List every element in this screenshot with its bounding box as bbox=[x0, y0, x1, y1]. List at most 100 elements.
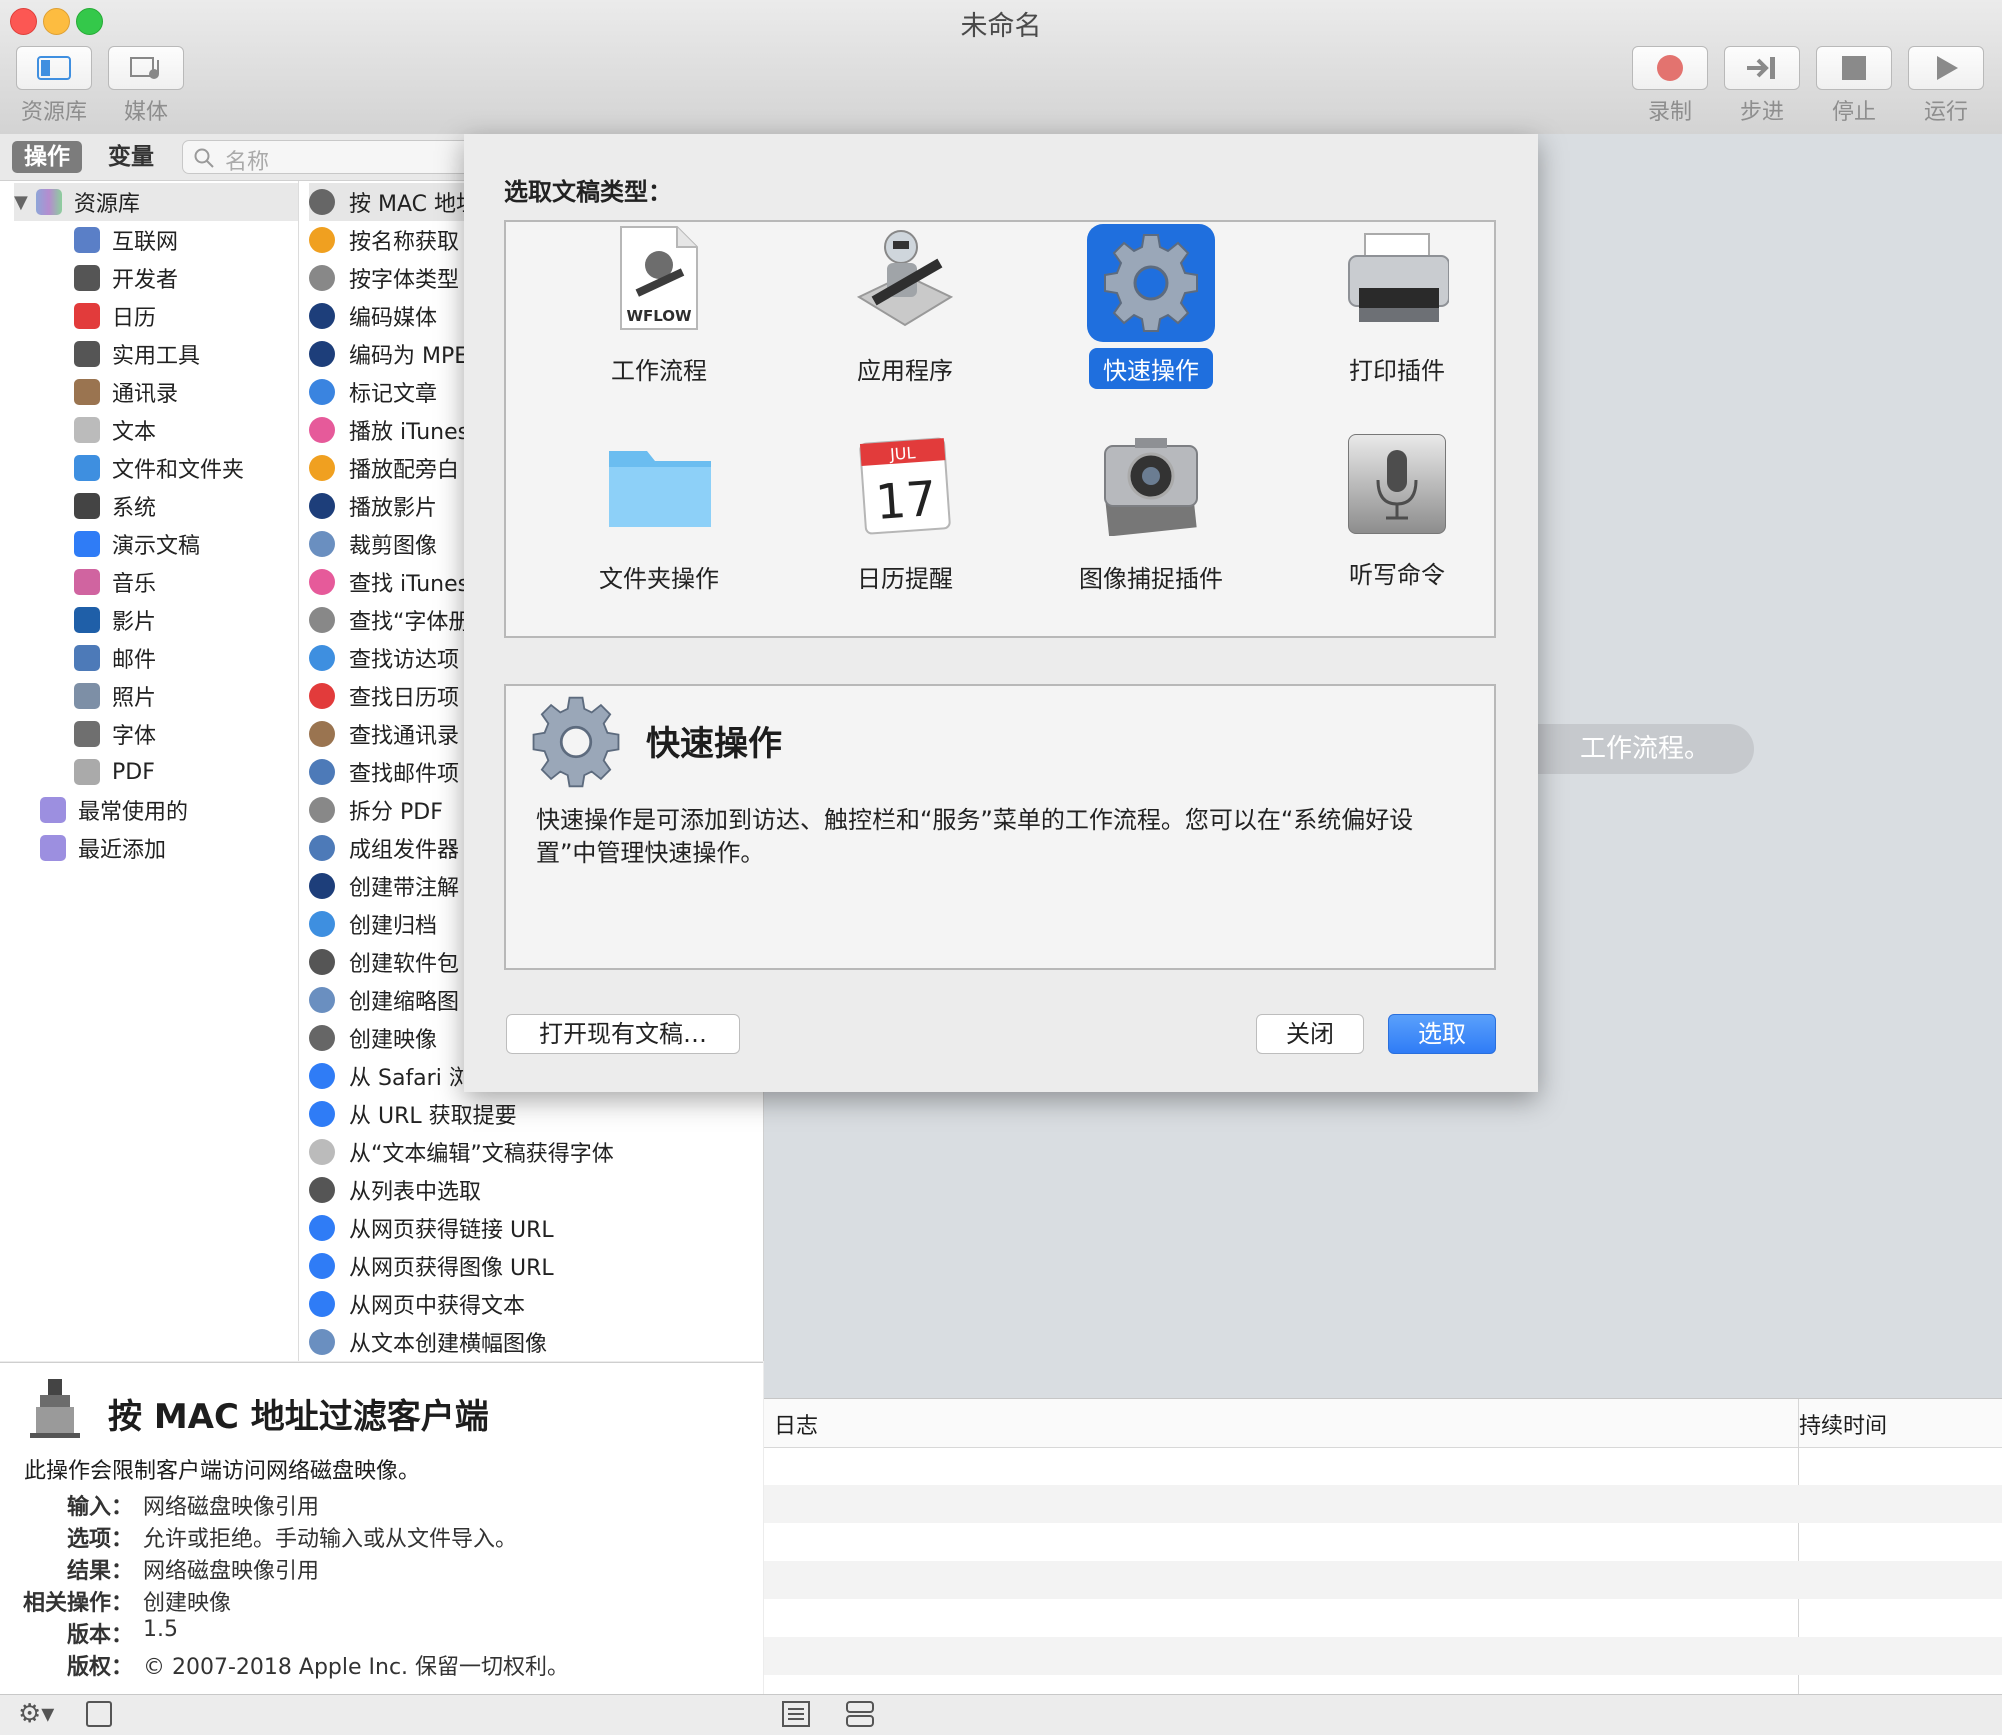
action-item[interactable]: 从 Safari 浏 bbox=[309, 1057, 471, 1095]
category-item[interactable]: 系统 bbox=[74, 487, 156, 525]
field-key: 选项： bbox=[66, 1527, 133, 1552]
close-button[interactable]: 关闭 bbox=[1256, 1014, 1364, 1054]
category-icon bbox=[74, 493, 100, 519]
action-item[interactable]: 创建带注解 bbox=[309, 867, 459, 905]
action-item[interactable]: 创建归档 bbox=[309, 905, 437, 943]
action-label: 从网页获得图像 URL bbox=[349, 1256, 554, 1281]
tab-actions[interactable]: 操作 bbox=[12, 141, 82, 173]
action-item[interactable]: 从网页获得图像 URL bbox=[309, 1247, 554, 1285]
category-label: 演示文稿 bbox=[112, 534, 201, 559]
document-type-grid: WFLOW 工作流程 应用程序 快速操作 打印插件 文件夹操作 JUL 17 日… bbox=[504, 220, 1496, 638]
action-item[interactable]: 创建软件包 bbox=[309, 943, 459, 981]
action-item[interactable]: 标记文章 bbox=[309, 373, 437, 411]
action-item[interactable]: 按 MAC 地址 bbox=[309, 183, 478, 221]
description-field: 选项： 允许或拒绝。手动输入或从文件导入。 bbox=[8, 1521, 517, 1553]
action-item[interactable]: 成组发件器 bbox=[309, 829, 459, 867]
action-item[interactable]: 创建映像 bbox=[309, 1019, 437, 1057]
variables-toggle-icon[interactable] bbox=[846, 1701, 874, 1727]
step-button[interactable] bbox=[1724, 46, 1800, 90]
action-item[interactable]: 编码为 MPEG bbox=[309, 335, 485, 373]
doc-type-label: 打印插件 bbox=[1349, 357, 1445, 385]
action-item[interactable]: 从网页中获得文本 bbox=[309, 1285, 525, 1323]
category-item[interactable]: 字体 bbox=[74, 715, 156, 753]
action-item[interactable]: 查找访达项 bbox=[309, 639, 459, 677]
stop-button[interactable] bbox=[1816, 46, 1892, 90]
microphone-icon bbox=[1348, 434, 1446, 534]
description-field: 相关操作： 创建映像 bbox=[8, 1585, 231, 1617]
category-list[interactable]: ▼ 资源库 互联网 开发者 日历 实用工具 通讯录 文本 文件和文件夹系统演示文稿音乐影片邮… bbox=[0, 181, 299, 1361]
category-item[interactable]: 互联网 bbox=[74, 221, 178, 259]
library-toggle-button[interactable] bbox=[16, 46, 92, 90]
doc-type-image-capture-plugin[interactable]: 图像捕捉插件 bbox=[1046, 430, 1256, 630]
action-label: 创建映像 bbox=[349, 1028, 438, 1053]
action-item[interactable]: 播放配旁白 bbox=[309, 449, 459, 487]
action-item[interactable]: 查找“字体册 bbox=[309, 601, 470, 639]
action-item[interactable]: 拆分 PDF bbox=[309, 791, 443, 829]
duration-column-header[interactable]: 持续时间 bbox=[1799, 1408, 1887, 1440]
action-label: 播放配旁白 bbox=[349, 458, 460, 483]
category-item[interactable]: 文本 bbox=[74, 411, 156, 449]
run-button[interactable] bbox=[1908, 46, 1984, 90]
category-label: 系统 bbox=[112, 496, 157, 521]
info-title: 快速操作 bbox=[646, 724, 782, 764]
category-item[interactable]: 影片 bbox=[74, 601, 156, 639]
doc-type-quick-action[interactable]: 快速操作 bbox=[1046, 222, 1256, 422]
category-item[interactable]: 文件和文件夹 bbox=[74, 449, 244, 487]
description-summary: 此操作会限制客户端访问网络磁盘映像。 bbox=[24, 1459, 421, 1484]
log-list-icon[interactable] bbox=[782, 1701, 810, 1727]
action-item[interactable]: 从网页获得链接 URL bbox=[309, 1209, 554, 1247]
description-toggle-icon[interactable] bbox=[86, 1701, 112, 1727]
category-item[interactable]: 照片 bbox=[74, 677, 156, 715]
category-label: 字体 bbox=[112, 724, 157, 749]
action-label: 编码媒体 bbox=[349, 306, 438, 331]
action-item[interactable]: 播放影片 bbox=[309, 487, 437, 525]
doc-type-calendar-alarm[interactable]: JUL 17 日历提醒 bbox=[800, 430, 1010, 630]
choose-button[interactable]: 选取 bbox=[1388, 1014, 1496, 1054]
category-item[interactable]: 演示文稿 bbox=[74, 525, 200, 563]
action-label: 标记文章 bbox=[349, 382, 438, 407]
category-icon bbox=[74, 417, 100, 443]
action-item[interactable]: 从“文本编辑”文稿获得字体 bbox=[309, 1133, 614, 1171]
action-item[interactable]: 从 URL 获取提要 bbox=[309, 1095, 517, 1133]
log-column-header[interactable]: 日志 bbox=[774, 1408, 818, 1440]
field-value: 网络磁盘映像引用 bbox=[143, 1559, 320, 1584]
doc-type-dictation-command[interactable]: 听写命令 bbox=[1292, 430, 1502, 630]
action-item[interactable]: 查找日历项 bbox=[309, 677, 459, 715]
category-item[interactable]: 实用工具 bbox=[74, 335, 200, 373]
action-label: 拆分 PDF bbox=[349, 800, 443, 825]
log-row bbox=[764, 1637, 2002, 1675]
category-item[interactable]: 通讯录 bbox=[74, 373, 178, 411]
category-item[interactable]: 音乐 bbox=[74, 563, 156, 601]
category-label: 影片 bbox=[112, 610, 157, 635]
category-item[interactable]: PDF bbox=[74, 753, 155, 791]
action-item[interactable]: 裁剪图像 bbox=[309, 525, 437, 563]
action-item[interactable]: 从列表中选取 bbox=[309, 1171, 481, 1209]
smart-group-item[interactable]: 最近添加 bbox=[40, 829, 166, 867]
action-item[interactable]: 查找邮件项 bbox=[309, 753, 459, 791]
action-item[interactable]: 查找通讯录 bbox=[309, 715, 459, 753]
action-item[interactable]: 按字体类型 bbox=[309, 259, 459, 297]
smart-group-item[interactable]: 最常使用的 bbox=[40, 791, 188, 829]
action-item[interactable]: 播放 iTunes bbox=[309, 411, 469, 449]
info-text: 快速操作是可添加到访达、触控栏和“服务”菜单的工作流程。您可以在“系统偏好设置”… bbox=[536, 806, 1414, 867]
action-item[interactable]: 编码媒体 bbox=[309, 297, 437, 335]
gear-menu-icon[interactable]: ⚙▾ bbox=[18, 1699, 54, 1729]
action-label: 查找 iTunes bbox=[349, 572, 470, 597]
media-button[interactable] bbox=[108, 46, 184, 90]
record-button[interactable] bbox=[1632, 46, 1708, 90]
tab-variables[interactable]: 变量 bbox=[96, 141, 166, 173]
library-root-row[interactable]: ▼ 资源库 bbox=[14, 183, 298, 221]
category-item[interactable]: 开发者 bbox=[74, 259, 178, 297]
action-item[interactable]: 创建缩略图 bbox=[309, 981, 459, 1019]
doc-type-folder-action[interactable]: 文件夹操作 bbox=[554, 430, 764, 630]
open-existing-document-button[interactable]: 打开现有文稿… bbox=[506, 1014, 740, 1054]
action-item[interactable]: 按名称获取 bbox=[309, 221, 459, 259]
doc-type-print-plugin[interactable]: 打印插件 bbox=[1292, 222, 1502, 422]
category-item[interactable]: 日历 bbox=[74, 297, 156, 335]
search-field[interactable]: 名称 bbox=[182, 140, 472, 175]
action-item[interactable]: 从文本创建横幅图像 bbox=[309, 1323, 547, 1361]
action-item[interactable]: 查找 iTunes bbox=[309, 563, 469, 601]
doc-type-application[interactable]: 应用程序 bbox=[800, 222, 1010, 422]
category-item[interactable]: 邮件 bbox=[74, 639, 156, 677]
doc-type-workflow[interactable]: WFLOW 工作流程 bbox=[554, 222, 764, 422]
